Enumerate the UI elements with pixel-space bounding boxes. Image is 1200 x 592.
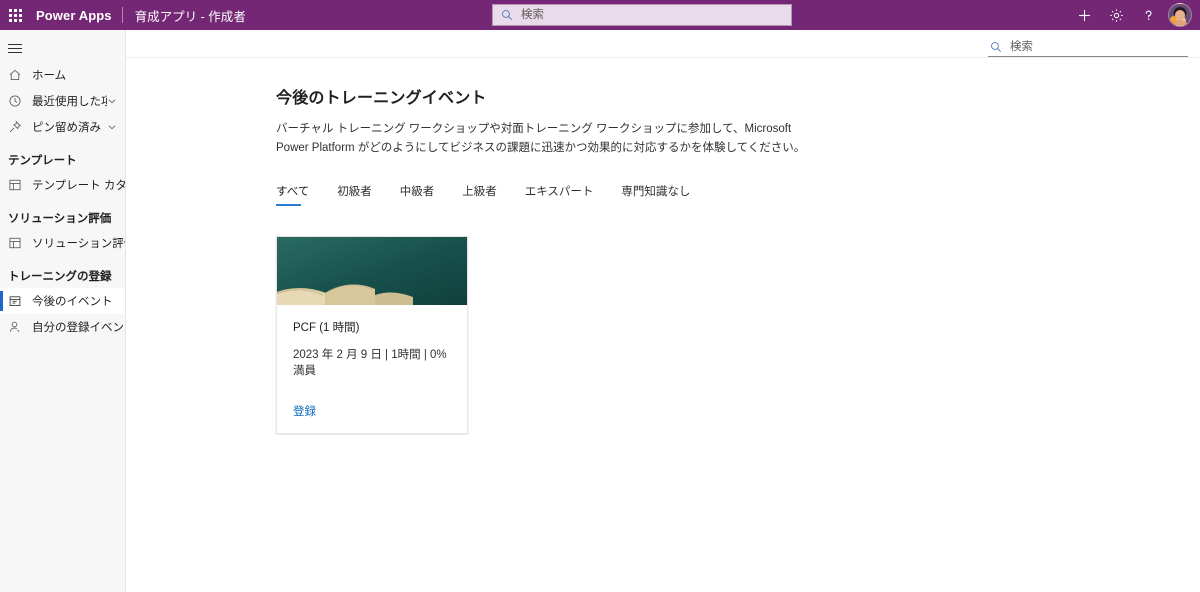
event-card[interactable]: PCF (1 時間) 2023 年 2 月 9 日 | 1時間 | 0% 満員 … (276, 236, 468, 435)
sidebar-item-my-registered-events[interactable]: 自分の登録イベント (0, 314, 125, 340)
sidebar-item-upcoming-events[interactable]: 今後のイベント (0, 288, 125, 314)
person-icon (8, 319, 26, 335)
content-area: 今後のトレーニングイベント バーチャル トレーニング ワークショップや対面トレー… (126, 58, 1200, 435)
sidebar-collapse-button[interactable] (0, 34, 125, 62)
event-card-body: PCF (1 時間) 2023 年 2 月 9 日 | 1時間 | 0% 満員 … (277, 305, 467, 433)
sidebar-item-label: 今後のイベント (32, 296, 113, 308)
main-content: 今後のトレーニングイベント バーチャル トレーニング ワークショップや対面トレー… (126, 30, 1200, 592)
sidebar-item-home[interactable]: ホーム (0, 62, 125, 88)
waffle-icon (8, 8, 22, 22)
event-card-title: PCF (1 時間) (293, 322, 360, 335)
brand-label[interactable]: Power Apps (30, 8, 122, 23)
hamburger-icon (8, 41, 22, 56)
sidebar-item-template-catalog[interactable]: テンプレート カタログ (0, 172, 125, 198)
pin-icon (8, 119, 26, 135)
sidebar-item-label: ピン留め済み (32, 122, 101, 134)
search-icon (501, 9, 513, 21)
sidebar-item-label: ホーム (32, 70, 67, 82)
top-header: Power Apps 育成アプリ - 作成者 (0, 0, 1200, 30)
global-search-input[interactable] (519, 8, 785, 22)
sidebar-item-label: ソリューション評価 (32, 238, 125, 250)
chevron-down-icon[interactable] (107, 96, 117, 106)
app-root: Power Apps 育成アプリ - 作成者 検索 ホーム 最近使用した ピン留… (0, 0, 1200, 592)
tab-no-expertise[interactable]: 専門知識なし (607, 183, 704, 206)
tab-all[interactable]: すべて (276, 183, 323, 207)
tab-intermediate[interactable]: 中級者 (386, 183, 449, 206)
home-icon (8, 67, 26, 83)
sidebar-item-label: 最近使用した項目 (32, 96, 107, 108)
clock-icon (8, 93, 26, 109)
main-toolbar (126, 30, 1200, 58)
event-card-meta: 2023 年 2 月 9 日 | 1時間 | 0% 満員 (293, 349, 447, 378)
sidebar-item-label: テンプレート カタログ (32, 180, 125, 192)
sidebar-group-title: トレーニングの登録 (8, 271, 112, 283)
sidebar-group-title: ソリューション評価 (8, 213, 112, 225)
page-description: バーチャル トレーニング ワークショップや対面トレーニング ワークショップに参加… (276, 123, 806, 154)
top-actions (1068, 0, 1200, 30)
chevron-down-icon[interactable] (107, 122, 117, 132)
page-title: 今後のトレーニングイベント (276, 90, 487, 107)
content-search-box[interactable] (988, 40, 1188, 57)
content-search-input[interactable] (1008, 40, 1188, 54)
sidebar-item-solution-checker[interactable]: ソリューション評価 (0, 230, 125, 256)
app-name-label[interactable]: 育成アプリ - 作成者 (123, 6, 246, 25)
tab-beginner[interactable]: 初級者 (323, 183, 386, 206)
open-books-icon (277, 284, 413, 306)
catalog-icon (8, 235, 26, 251)
waffle-menu-button[interactable] (0, 0, 30, 30)
register-link[interactable]: 登録 (293, 403, 316, 433)
calendar-icon (8, 293, 26, 309)
sidebar-group-title: テンプレート (8, 155, 77, 167)
sidebar-item-pinned[interactable]: ピン留め済み (0, 114, 125, 140)
event-card-grid: PCF (1 時間) 2023 年 2 月 9 日 | 1時間 | 0% 満員 … (276, 236, 1200, 435)
help-button[interactable] (1132, 0, 1164, 30)
event-card-image (277, 237, 467, 306)
sidebar: ホーム 最近使用した項目 (0, 30, 126, 592)
avatar-badge (1170, 16, 1177, 23)
tab-advanced[interactable]: 上級者 (448, 183, 511, 206)
catalog-icon (8, 177, 26, 193)
search-icon (990, 41, 1002, 53)
avatar[interactable] (1168, 3, 1192, 27)
global-search-box[interactable] (492, 4, 792, 26)
tab-expert[interactable]: エキスパート (511, 183, 608, 206)
settings-button[interactable] (1100, 0, 1132, 30)
sidebar-item-recent[interactable]: 最近使用した項目 (0, 88, 125, 114)
sidebar-item-label: 自分の登録イベント (32, 322, 125, 334)
add-button[interactable] (1068, 0, 1100, 30)
body-row: ホーム 最近使用した項目 (0, 30, 1200, 592)
filter-tabs: すべて 初級者 中級者 上級者 エキスパート 専門知識なし (276, 183, 1200, 207)
